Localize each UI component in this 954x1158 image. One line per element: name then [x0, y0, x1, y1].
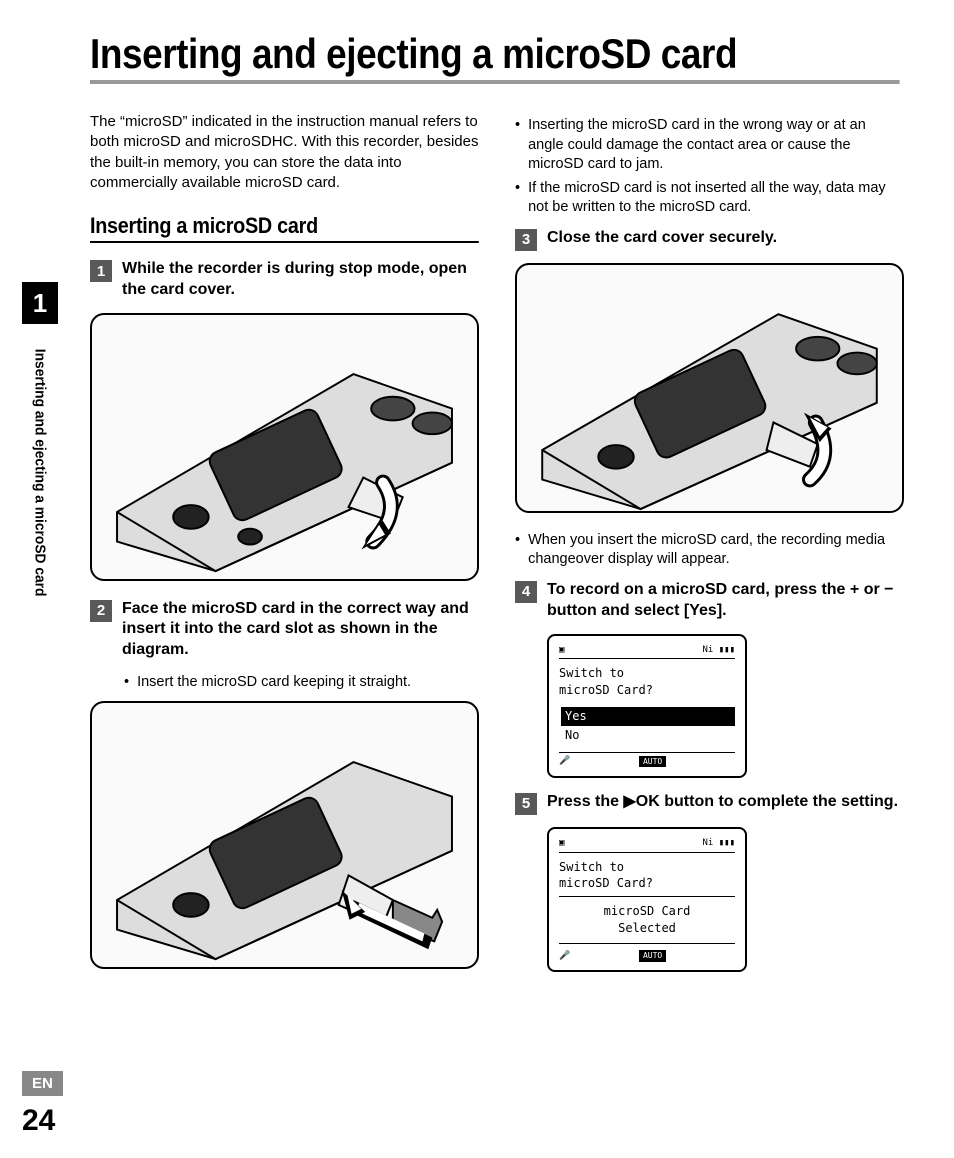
bullet-icon: • — [515, 116, 520, 175]
figure-open-cover — [90, 313, 479, 581]
step-number-badge: 3 — [515, 229, 537, 251]
screen-option-no: No — [561, 726, 735, 745]
step-number-badge: 1 — [90, 260, 112, 282]
step-1: 1 While the recorder is during stop mode… — [90, 259, 479, 301]
step-number-badge: 2 — [90, 600, 112, 622]
screen-line: Switch to — [559, 859, 735, 876]
note-text: If the microSD card is not inserted all … — [528, 179, 904, 218]
page-footer: EN 24 — [22, 1071, 63, 1138]
battery-icon: Ni ▮▮▮ — [702, 837, 735, 850]
screen-line: Switch to — [559, 665, 735, 682]
step-number-badge: 5 — [515, 793, 537, 815]
side-tab: 1 Inserting and ejecting a microSD card — [22, 282, 58, 607]
step-text: Close the card cover securely. — [547, 228, 777, 249]
figure-close-cover — [515, 263, 904, 513]
mic-icon: 🎤 — [559, 950, 570, 963]
step-3: 3 Close the card cover securely. — [515, 228, 904, 251]
screen-line: microSD Card? — [559, 682, 735, 699]
bullet-icon: • — [515, 531, 520, 570]
step-note: • If the microSD card is not inserted al… — [515, 179, 904, 218]
step-text: While the recorder is during stop mode, … — [122, 259, 479, 301]
step-note: • When you insert the microSD card, the … — [515, 531, 904, 570]
memory-icon: ▣ — [559, 837, 564, 850]
step-text: Face the microSD card in the correct way… — [122, 599, 479, 661]
note-text: When you insert the microSD card, the re… — [528, 531, 904, 570]
step-number-badge: 4 — [515, 581, 537, 603]
step-text: To record on a microSD card, press the +… — [547, 580, 904, 622]
step-5: 5 Press the ▶OK button to complete the s… — [515, 792, 904, 815]
screen-status-bar: ▣ Ni ▮▮▮ — [559, 644, 735, 660]
mic-icon: 🎤 — [559, 755, 570, 768]
page-number: 24 — [22, 1104, 63, 1138]
auto-badge: AUTO — [639, 756, 666, 767]
step-note: • Insert the microSD card keeping it str… — [124, 673, 479, 693]
side-label: Inserting and ejecting a microSD card — [32, 349, 49, 597]
screen-selected-confirm: ▣ Ni ▮▮▮ Switch to microSD Card? microSD… — [547, 827, 747, 972]
step-text: Press the ▶OK button to complete the set… — [547, 792, 898, 813]
section-heading: Inserting a microSD card — [90, 213, 479, 243]
step-4: 4 To record on a microSD card, press the… — [515, 580, 904, 622]
screen-line: microSD Card? — [559, 875, 735, 892]
auto-badge: AUTO — [639, 950, 666, 961]
right-column: • Inserting the microSD card in the wron… — [515, 112, 904, 987]
step-2: 2 Face the microSD card in the correct w… — [90, 599, 479, 661]
intro-text: The “microSD” indicated in the instructi… — [90, 112, 479, 193]
screen-status-bar: ▣ Ni ▮▮▮ — [559, 837, 735, 853]
memory-icon: ▣ — [559, 644, 564, 657]
figure-insert-card — [90, 701, 479, 969]
chapter-number: 1 — [22, 282, 58, 324]
page-title: Inserting and ejecting a microSD card — [90, 30, 899, 84]
language-tag: EN — [22, 1071, 63, 1096]
screen-line: Selected — [559, 920, 735, 937]
screen-switch-prompt: ▣ Ni ▮▮▮ Switch to microSD Card? Yes No … — [547, 634, 747, 778]
bullet-icon: • — [124, 673, 129, 693]
screen-line: microSD Card — [559, 903, 735, 920]
note-text: Insert the microSD card keeping it strai… — [137, 673, 411, 693]
screen-option-yes: Yes — [561, 707, 735, 726]
battery-icon: Ni ▮▮▮ — [702, 644, 735, 657]
step-note: • Inserting the microSD card in the wron… — [515, 116, 904, 175]
bullet-icon: • — [515, 179, 520, 218]
note-text: Inserting the microSD card in the wrong … — [528, 116, 904, 175]
left-column: The “microSD” indicated in the instructi… — [90, 112, 479, 987]
